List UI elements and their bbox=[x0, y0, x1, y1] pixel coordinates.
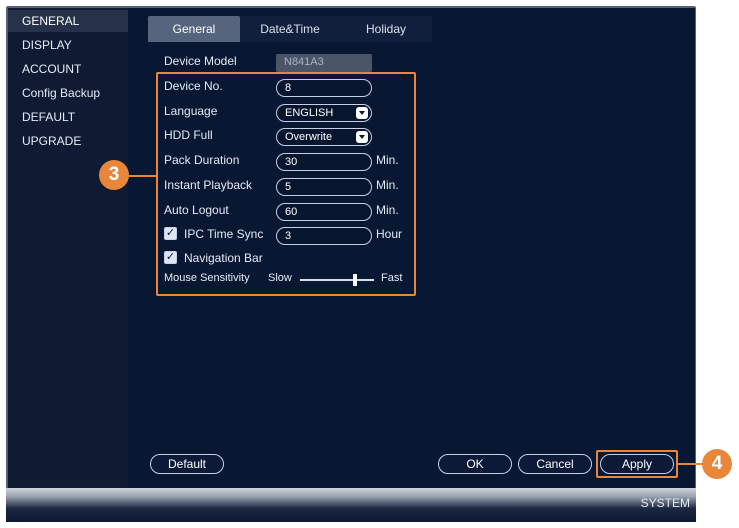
settings-highlight-box bbox=[156, 72, 416, 296]
callout-3-line bbox=[127, 175, 157, 177]
apply-highlight-box bbox=[596, 450, 678, 478]
status-bar: SYSTEM bbox=[6, 488, 696, 522]
default-button[interactable]: Default bbox=[150, 454, 224, 474]
sidebar-item-general[interactable]: GENERAL bbox=[8, 10, 128, 32]
tab-general[interactable]: General bbox=[148, 16, 240, 42]
system-label: SYSTEM bbox=[640, 496, 690, 510]
sidebar-item-upgrade[interactable]: UPGRADE bbox=[8, 130, 128, 152]
callout-4-line bbox=[678, 463, 702, 465]
tab-holiday[interactable]: Holiday bbox=[340, 16, 432, 42]
sidebar: GENERAL DISPLAY ACCOUNT Config Backup DE… bbox=[8, 8, 128, 488]
cancel-button[interactable]: Cancel bbox=[518, 454, 592, 474]
ok-button[interactable]: OK bbox=[438, 454, 512, 474]
callout-3-badge: 3 bbox=[99, 160, 129, 190]
sidebar-item-default[interactable]: DEFAULT bbox=[8, 106, 128, 128]
sidebar-item-config-backup[interactable]: Config Backup bbox=[8, 82, 128, 104]
device-model-label: Device Model bbox=[164, 54, 237, 68]
sidebar-item-account[interactable]: ACCOUNT bbox=[8, 58, 128, 80]
sidebar-item-display[interactable]: DISPLAY bbox=[8, 34, 128, 56]
main-panel: General Date&Time Holiday Device Model N… bbox=[128, 8, 695, 488]
device-model-value: N841A3 bbox=[276, 54, 372, 72]
callout-4-badge: 4 bbox=[702, 449, 732, 479]
tab-date-time[interactable]: Date&Time bbox=[240, 16, 340, 42]
